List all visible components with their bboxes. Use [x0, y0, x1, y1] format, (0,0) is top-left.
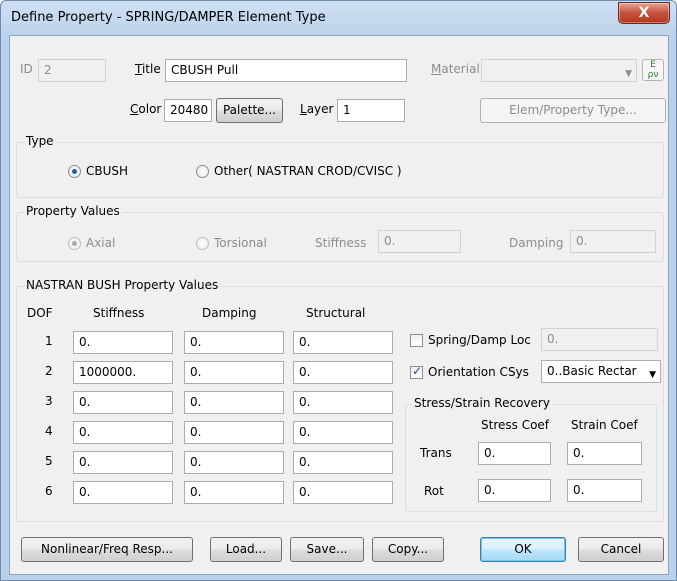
layer-input[interactable]: 1	[337, 99, 405, 122]
material-label: Material	[431, 62, 480, 76]
material-editor-icon[interactable]: Eρν	[642, 59, 664, 81]
nonlinear-freq-resp-button[interactable]: Nonlinear/Freq Resp...	[21, 537, 193, 562]
stiffness-label: Stiffness	[315, 236, 367, 250]
elem-property-type-button[interactable]: Elem/Property Type...	[480, 98, 666, 123]
title-bar: Define Property - SPRING/DAMPER Element …	[1, 1, 676, 35]
structural-cell[interactable]: 0.	[293, 481, 393, 504]
rot-label: Rot	[424, 484, 444, 498]
dialog-window: Define Property - SPRING/DAMPER Element …	[0, 0, 677, 581]
orientation-csys-label[interactable]: Orientation CSys	[428, 365, 529, 379]
bush-group-title: NASTRAN BUSH Property Values	[24, 278, 221, 292]
rot-strain-coef-input[interactable]: 0.	[567, 479, 642, 502]
cancel-button[interactable]: Cancel	[578, 537, 664, 562]
dof-number: 6	[45, 484, 53, 498]
spring-damp-loc-label[interactable]: Spring/Damp Loc	[428, 333, 531, 347]
rot-stress-coef-input[interactable]: 0.	[478, 479, 551, 502]
stress-coef-header: Stress Coef	[481, 418, 550, 432]
dof-number: 4	[45, 424, 53, 438]
close-button[interactable]: X	[618, 2, 670, 24]
axial-radio	[68, 237, 81, 250]
dialog-body: ID 2 Title CBUSH Pull Material ▼ Eρν Col…	[9, 35, 669, 575]
load-button[interactable]: Load...	[210, 537, 282, 562]
torsional-radio	[196, 237, 209, 250]
damping-cell[interactable]: 0.	[184, 331, 284, 354]
id-label: ID	[20, 62, 33, 76]
id-field: 2	[38, 59, 106, 82]
structural-cell[interactable]: 0.	[293, 421, 393, 444]
damping-cell[interactable]: 0.	[184, 361, 284, 384]
stiffness-cell[interactable]: 1000000.	[73, 361, 173, 384]
dof-number: 3	[45, 394, 53, 408]
material-combo: ▼	[481, 59, 637, 82]
damping-cell[interactable]: 0.	[184, 391, 284, 414]
structural-cell[interactable]: 0.	[293, 361, 393, 384]
damping-header: Damping	[202, 306, 257, 320]
cbush-radio[interactable]	[68, 165, 81, 178]
stiffness-cell[interactable]: 0.	[73, 481, 173, 504]
other-radio[interactable]	[196, 165, 209, 178]
stiffness-cell[interactable]: 0.	[73, 331, 173, 354]
axial-label: Axial	[86, 236, 116, 250]
stiffness-cell[interactable]: 0.	[73, 421, 173, 444]
trans-strain-coef-input[interactable]: 0.	[567, 442, 642, 465]
property-values-title: Property Values	[24, 204, 122, 218]
other-label[interactable]: Other( NASTRAN CROD/CVISC )	[214, 164, 402, 178]
dof-header: DOF	[27, 306, 53, 320]
chevron-down-icon: ▼	[625, 69, 632, 79]
damping-cell[interactable]: 0.	[184, 421, 284, 444]
cbush-label[interactable]: CBUSH	[86, 164, 128, 178]
type-group-title: Type	[24, 134, 56, 148]
copy-button[interactable]: Copy...	[372, 537, 444, 562]
ok-button[interactable]: OK	[480, 537, 566, 562]
stiffness-input: 0.	[378, 230, 461, 253]
orientation-csys-combo[interactable]: 0..Basic Rectar ▼	[541, 360, 661, 383]
title-input[interactable]: CBUSH Pull	[165, 59, 407, 82]
orientation-csys-checkbox[interactable]	[410, 364, 423, 379]
damping-cell[interactable]: 0.	[184, 451, 284, 474]
damping-cell[interactable]: 0.	[184, 481, 284, 504]
stiffness-cell[interactable]: 0.	[73, 451, 173, 474]
stiffness-header: Stiffness	[93, 306, 145, 320]
palette-button[interactable]: Palette...	[216, 98, 283, 123]
stress-strain-recovery-title: Stress/Strain Recovery	[412, 396, 552, 410]
spring-damp-loc-checkbox[interactable]	[410, 334, 423, 347]
structural-cell[interactable]: 0.	[293, 331, 393, 354]
torsional-label: Torsional	[214, 236, 267, 250]
damping-input: 0.	[570, 230, 656, 253]
trans-label: Trans	[420, 446, 452, 460]
trans-stress-coef-input[interactable]: 0.	[478, 442, 551, 465]
structural-cell[interactable]: 0.	[293, 391, 393, 414]
dof-number: 5	[45, 454, 53, 468]
layer-label: Layer	[300, 102, 334, 116]
color-label: Color	[130, 102, 162, 116]
dof-number: 2	[45, 364, 53, 378]
damping-label: Damping	[509, 236, 564, 250]
orientation-csys-value: 0..Basic Rectar	[547, 364, 637, 378]
structural-cell[interactable]: 0.	[293, 451, 393, 474]
spring-damp-loc-input: 0.	[541, 328, 658, 351]
chevron-down-icon: ▼	[649, 370, 656, 380]
window-title: Define Property - SPRING/DAMPER Element …	[11, 10, 326, 25]
structural-header: Structural	[306, 306, 366, 320]
save-button[interactable]: Save...	[290, 537, 364, 562]
dof-number: 1	[45, 334, 53, 348]
stiffness-cell[interactable]: 0.	[73, 391, 173, 414]
strain-coef-header: Strain Coef	[571, 418, 638, 432]
title-label: Title	[135, 62, 161, 76]
color-input[interactable]: 20480	[164, 99, 212, 122]
